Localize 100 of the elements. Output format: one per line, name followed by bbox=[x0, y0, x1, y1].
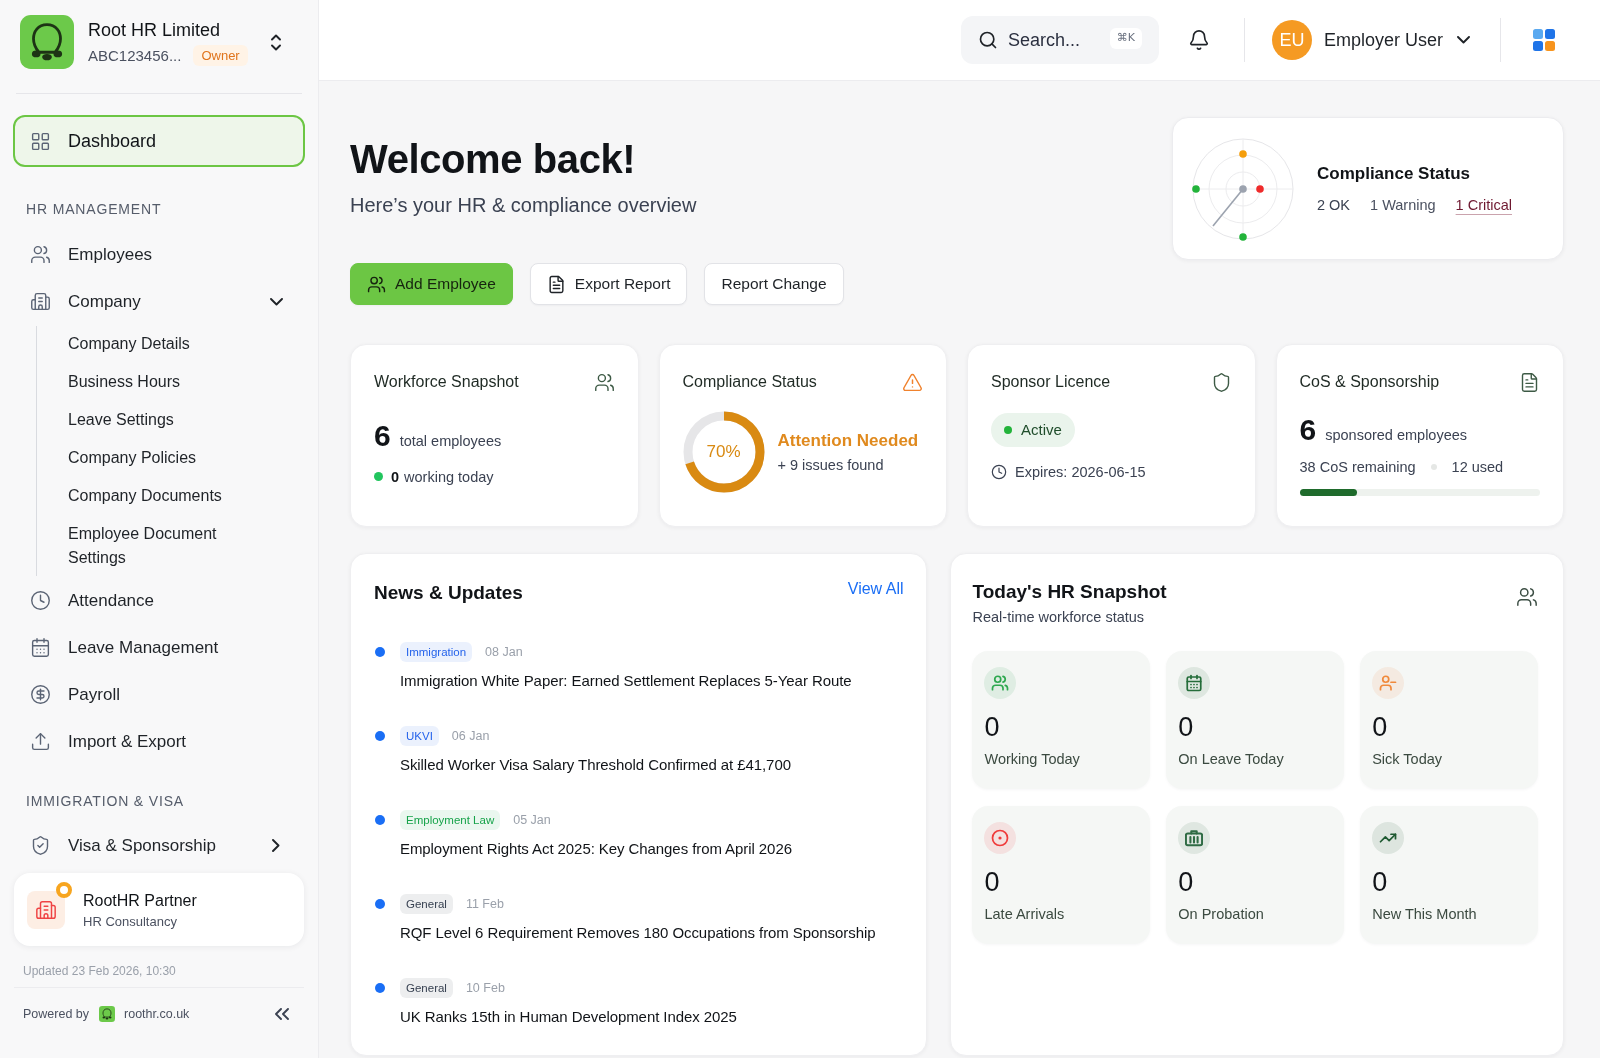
card-title: Sponsor Licence bbox=[991, 372, 1111, 392]
sidebar-item[interactable]: Payroll bbox=[13, 672, 305, 717]
stat-value: 6 bbox=[1299, 415, 1317, 445]
switch-organization-button[interactable] bbox=[269, 32, 283, 52]
cos-used: 12 used bbox=[1451, 457, 1504, 477]
progress-percent: 70% bbox=[705, 441, 742, 463]
news-headline[interactable]: UK Ranks 15th in Human Development Index 2025 bbox=[400, 1006, 737, 1028]
document-icon bbox=[546, 274, 566, 294]
category-tag: General bbox=[400, 978, 453, 998]
snapshot-title: Today's HR Snapshot bbox=[972, 580, 1167, 604]
action-button[interactable]: Report Change bbox=[704, 263, 844, 305]
warning-icon bbox=[902, 371, 923, 393]
news-date: 05 Jan bbox=[513, 811, 551, 829]
status-count: 1 Critical bbox=[1455, 195, 1512, 215]
status-pill: Active bbox=[991, 413, 1075, 447]
action-button[interactable]: Add Employee bbox=[350, 263, 513, 305]
tile-value: 0 bbox=[1372, 868, 1388, 896]
user-avatar: EU bbox=[1271, 20, 1312, 60]
stat-label: total employees bbox=[399, 432, 502, 451]
card-title: Workforce Snapshot bbox=[374, 372, 519, 392]
issues-count: + 9 issues found bbox=[777, 455, 885, 475]
sidebar-subitem[interactable]: Company Policies bbox=[37, 440, 205, 476]
news-headline[interactable]: Immigration White Paper: Earned Settlement Replaces 5-Year Route bbox=[400, 670, 852, 692]
sidebar-subitem[interactable]: Employee Document Settings bbox=[37, 516, 242, 576]
apps-grid-icon bbox=[1533, 29, 1555, 51]
logo-icon bbox=[99, 1006, 115, 1023]
section-heading: IMMIGRATION & VISA bbox=[26, 793, 184, 809]
partner-card[interactable]: RootHR Partner HR Consultancy bbox=[14, 873, 304, 946]
sidebar-item[interactable]: Visa & Sponsorship bbox=[13, 823, 305, 868]
cos-remaining: 38 CoS remaining bbox=[1299, 457, 1416, 477]
welcome-subtitle: Here’s your HR & compliance overview bbox=[350, 193, 697, 218]
news-date: 10 Feb bbox=[465, 979, 505, 997]
dollar-coin-icon bbox=[30, 684, 51, 705]
tile-label: Late Arrivals bbox=[984, 905, 1065, 924]
sidebar-item[interactable]: Employees bbox=[13, 232, 305, 277]
sidebar-subitem[interactable]: Company Details bbox=[37, 326, 198, 362]
news-headline[interactable]: Employment Rights Act 2025: Key Changes from April 2026 bbox=[400, 838, 792, 860]
upload-icon bbox=[30, 731, 51, 752]
news-headline[interactable]: RQF Level 6 Requirement Removes 180 Occupations from Sponsorship bbox=[400, 922, 876, 944]
sidebar-subitem[interactable]: Company Documents bbox=[37, 478, 230, 514]
tile-value: 0 bbox=[1178, 868, 1194, 896]
tile-value: 0 bbox=[984, 713, 1000, 741]
search-icon bbox=[977, 30, 998, 50]
stat-sub-value: 0 bbox=[391, 467, 400, 487]
sidebar-item[interactable]: Attendance bbox=[13, 578, 305, 623]
tile-label: On Leave Today bbox=[1178, 750, 1284, 769]
chevron-down-icon bbox=[1457, 36, 1470, 44]
compliance-radar-icon bbox=[1190, 135, 1296, 242]
clock-icon bbox=[991, 464, 1007, 480]
tile-value: 0 bbox=[1178, 713, 1194, 741]
compliance-status-text: Attention Needed bbox=[777, 429, 919, 452]
view-all-link[interactable]: View All bbox=[847, 578, 904, 600]
bell-icon bbox=[1187, 29, 1210, 51]
stat-value: 6 bbox=[374, 421, 391, 451]
tile-label: New This Month bbox=[1372, 905, 1477, 924]
clock-icon bbox=[30, 590, 51, 611]
user-menu-button[interactable]: EU Employer User bbox=[1271, 20, 1470, 60]
news-date: 08 Jan bbox=[485, 643, 523, 661]
category-tag: UKVI bbox=[400, 726, 439, 746]
news-date: 06 Jan bbox=[451, 727, 490, 745]
users-icon bbox=[593, 371, 615, 393]
category-tag: General bbox=[400, 894, 453, 914]
sidebar-item[interactable]: Leave Management bbox=[13, 625, 305, 670]
users-icon bbox=[1516, 586, 1538, 608]
partner-subtitle: HR Consultancy bbox=[83, 912, 178, 930]
tile-value: 0 bbox=[1372, 713, 1388, 741]
action-button[interactable]: Export Report bbox=[529, 263, 688, 305]
users-icon bbox=[367, 274, 386, 294]
sidebar-item[interactable]: Company bbox=[13, 279, 305, 324]
stat-label: sponsored employees bbox=[1325, 426, 1468, 445]
status-count: 2 OK bbox=[1317, 195, 1351, 215]
news-headline[interactable]: Skilled Worker Visa Salary Threshold Confirmed at £41,700 bbox=[400, 754, 791, 776]
organization-name: Root HR Limited bbox=[88, 18, 221, 42]
last-updated: Updated 23 Feb 2026, 10:30 bbox=[23, 963, 176, 979]
status-count: 1 Warning bbox=[1370, 195, 1436, 215]
category-tag: Immigration bbox=[400, 642, 473, 662]
website-link[interactable]: roothr.co.uk bbox=[124, 1005, 190, 1024]
category-tag: Employment Law bbox=[400, 810, 501, 830]
collapse-sidebar-button[interactable] bbox=[274, 1007, 290, 1022]
partner-name: RootHR Partner bbox=[83, 890, 197, 911]
expiry-date: Expires: 2026-06-15 bbox=[1015, 463, 1146, 482]
sidebar-item[interactable]: Import & Export bbox=[13, 719, 305, 764]
sidebar-subitem[interactable]: Leave Settings bbox=[37, 402, 182, 438]
calendar-icon bbox=[30, 637, 51, 658]
tile-label: On Probation bbox=[1178, 905, 1264, 924]
tile-value: 0 bbox=[984, 868, 1000, 896]
powered-by-label: Powered by bbox=[23, 1006, 89, 1023]
role-badge: Owner bbox=[193, 44, 248, 67]
card-title: Compliance Status bbox=[682, 372, 817, 392]
tile-label: Working Today bbox=[984, 750, 1080, 769]
logo-icon bbox=[20, 15, 74, 69]
sidebar-subitem[interactable]: Business Hours bbox=[37, 364, 189, 400]
sidebar-item[interactable]: Dashboard bbox=[13, 115, 305, 167]
stat-sub-label: working today bbox=[404, 467, 494, 487]
snapshot-subtitle: Real-time workforce status bbox=[972, 608, 1145, 627]
apps-button[interactable] bbox=[1533, 29, 1555, 51]
shield-check-icon bbox=[30, 835, 51, 856]
document-icon bbox=[1519, 371, 1540, 393]
card-title: CoS & Sponsorship bbox=[1299, 372, 1440, 392]
news-date: 11 Feb bbox=[465, 895, 504, 913]
